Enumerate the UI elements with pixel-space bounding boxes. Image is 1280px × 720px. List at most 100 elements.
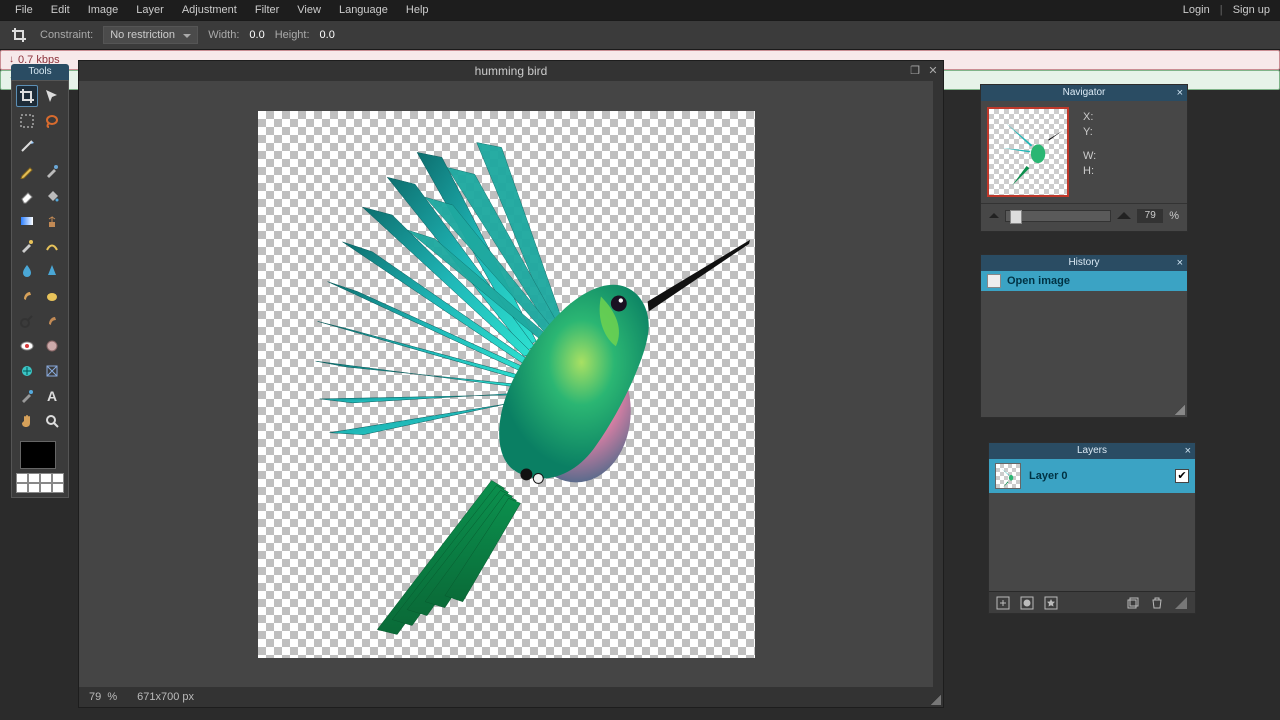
menu-adjustment[interactable]: Adjustment (173, 0, 246, 20)
close-icon[interactable]: × (1177, 255, 1183, 271)
layer-name: Layer 0 (1029, 470, 1068, 482)
resize-handle-icon[interactable] (931, 695, 941, 705)
colorreplace-tool[interactable] (16, 235, 38, 257)
zoom-in-icon[interactable] (1117, 212, 1131, 219)
smudge-tool[interactable] (16, 285, 38, 307)
canvas[interactable] (258, 111, 755, 658)
brush-tool[interactable] (41, 160, 63, 182)
maximize-icon[interactable]: ❐ (909, 65, 921, 77)
document-title: humming bird (475, 64, 548, 78)
layer-visibility-checkbox[interactable]: ✔ (1175, 469, 1189, 483)
navigator-header[interactable]: Navigator × (981, 85, 1187, 101)
history-item[interactable]: Open image (981, 271, 1187, 291)
dodge-tool[interactable] (16, 310, 38, 332)
menubar: File Edit Image Layer Adjustment Filter … (0, 0, 1280, 20)
layers-footer (989, 591, 1195, 613)
foreground-color[interactable] (20, 441, 56, 469)
sharpen-tool[interactable] (41, 260, 63, 282)
gradient-tool[interactable] (16, 210, 38, 232)
layer-thumbnail[interactable] (995, 463, 1021, 489)
navigator-thumbnail[interactable] (987, 107, 1069, 197)
layer-style-icon[interactable] (1043, 595, 1059, 611)
layers-panel: Layers × Layer 0 ✔ (988, 442, 1196, 614)
close-icon[interactable]: × (1177, 85, 1183, 101)
picker-tool[interactable] (16, 385, 38, 407)
status-zoom: 79 % (89, 691, 117, 703)
resize-handle-icon[interactable] (1175, 405, 1185, 415)
zoom-value[interactable]: 79 (1137, 209, 1163, 223)
menu-edit[interactable]: Edit (42, 0, 79, 20)
tools-panel: A (11, 80, 69, 498)
pinch-tool[interactable] (41, 360, 63, 382)
hand-tool[interactable] (16, 410, 38, 432)
signup-link[interactable]: Sign up (1229, 4, 1274, 16)
duplicate-layer-icon[interactable] (1125, 595, 1141, 611)
nav-h-label: H: (1083, 165, 1096, 177)
nav-w-label: W: (1083, 150, 1096, 162)
layer-row[interactable]: Layer 0 ✔ (989, 459, 1195, 493)
crop-tool[interactable] (16, 85, 38, 107)
height-label: Height: (275, 29, 310, 41)
sponge-tool[interactable] (41, 285, 63, 307)
bloat-tool[interactable] (16, 360, 38, 382)
nav-x-label: X: (1083, 111, 1096, 123)
document-titlebar[interactable]: humming bird ❐ ✕ (79, 61, 943, 81)
move-tool[interactable] (41, 85, 63, 107)
navigator-zoom-bar: 79 % (981, 203, 1187, 227)
constraint-dropdown[interactable]: No restriction (103, 26, 198, 44)
width-value[interactable]: 0.0 (249, 29, 264, 41)
burn-tool[interactable] (41, 310, 63, 332)
pencil-tool[interactable] (16, 160, 38, 182)
constraint-value: No restriction (110, 29, 175, 41)
empty1[interactable] (41, 135, 63, 157)
canvas-viewport[interactable] (79, 81, 933, 687)
type-tool[interactable]: A (41, 385, 63, 407)
close-icon[interactable]: ✕ (927, 65, 939, 77)
new-layer-icon[interactable] (995, 595, 1011, 611)
svg-text:A: A (47, 388, 57, 404)
option-bar: Constraint: No restriction Width: 0.0 He… (0, 20, 1280, 50)
image-content (258, 111, 755, 658)
history-header[interactable]: History × (981, 255, 1187, 271)
menu-language[interactable]: Language (330, 0, 397, 20)
open-image-icon (987, 274, 1001, 288)
menu-filter[interactable]: Filter (246, 0, 288, 20)
eraser-tool[interactable] (16, 185, 38, 207)
draw-tool[interactable] (41, 235, 63, 257)
color-swatch[interactable] (16, 441, 64, 493)
marquee-tool[interactable] (16, 110, 38, 132)
lasso-tool[interactable] (41, 110, 63, 132)
document-statusbar: 79 % 671x700 px (79, 687, 943, 707)
redeye-tool[interactable] (16, 335, 38, 357)
close-icon[interactable]: × (1185, 443, 1191, 459)
bucket-tool[interactable] (41, 185, 63, 207)
navigator-panel: Navigator × X: Y: W: H: 79 (980, 84, 1188, 232)
document-window: humming bird ❐ ✕ (78, 60, 944, 708)
menu-help[interactable]: Help (397, 0, 438, 20)
blur-tool[interactable] (16, 260, 38, 282)
wand-tool[interactable] (16, 135, 38, 157)
zoom-unit: % (1169, 210, 1179, 222)
login-link[interactable]: Login (1179, 4, 1214, 16)
layers-header[interactable]: Layers × (989, 443, 1195, 459)
swatch-palette[interactable] (16, 473, 64, 493)
resize-handle-icon[interactable] (1173, 595, 1189, 611)
layer-mask-icon[interactable] (1019, 595, 1035, 611)
menu-layer[interactable]: Layer (127, 0, 173, 20)
vertical-scrollbar[interactable] (933, 81, 943, 687)
crop-icon (8, 24, 30, 46)
width-label: Width: (208, 29, 239, 41)
zoom-tool[interactable] (41, 410, 63, 432)
zoom-out-icon[interactable] (989, 213, 999, 218)
tools-panel-title: Tools (11, 64, 69, 80)
menu-file[interactable]: File (6, 0, 42, 20)
menu-image[interactable]: Image (79, 0, 128, 20)
clone-tool[interactable] (41, 210, 63, 232)
height-value[interactable]: 0.0 (320, 29, 335, 41)
spot-tool[interactable] (41, 335, 63, 357)
constraint-label: Constraint: (40, 29, 93, 41)
history-panel: History × Open image (980, 254, 1188, 418)
zoom-slider[interactable] (1005, 210, 1111, 222)
delete-layer-icon[interactable] (1149, 595, 1165, 611)
menu-view[interactable]: View (288, 0, 330, 20)
